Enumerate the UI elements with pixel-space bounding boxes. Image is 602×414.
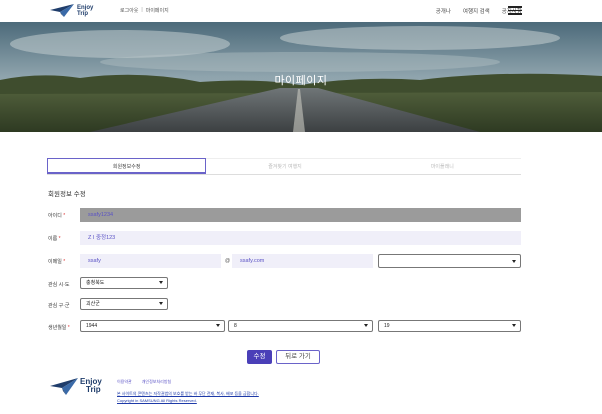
gugun-label: 관심 구·군 xyxy=(48,303,70,309)
privacy-link[interactable]: 개인정보처리방침 xyxy=(142,379,171,385)
submit-button[interactable]: 수정 xyxy=(247,350,272,364)
email-local-field[interactable]: ssafy xyxy=(80,254,221,268)
footer-notice: 본 사이트의 콘텐츠는 저작권법의 보호를 받는 바 무단 전재, 복사, 배포… xyxy=(117,391,259,396)
logo-line-2: Trip xyxy=(77,11,89,17)
paper-plane-icon xyxy=(50,378,78,395)
back-button[interactable]: 뒤로 가기 xyxy=(276,350,320,364)
tab-my-plan[interactable]: 마이플래니 xyxy=(363,158,521,174)
birth-label-text: 생년월일 xyxy=(48,325,67,331)
sido-label: 관심 시·도 xyxy=(48,282,70,288)
birth-day-select[interactable]: 19 xyxy=(378,320,521,332)
required-mark: * xyxy=(67,325,70,331)
tab-favorite-places[interactable]: 즐겨찾기 여행지 xyxy=(206,158,364,174)
name-field[interactable]: Z I 중정123 xyxy=(80,231,521,245)
top-header: Enjoy Trip 로그아웃 | 마이페이지 공개나 여행지 검색 공지사항 xyxy=(0,0,602,22)
email-label-text: 이메일 xyxy=(48,259,62,265)
email-at-sign: @ xyxy=(225,258,231,264)
birth-month-value: 8 xyxy=(234,323,237,329)
nav-item-search[interactable]: 여행지 검색 xyxy=(463,7,490,15)
section-title: 회원정보 수정 xyxy=(48,191,86,198)
name-label-text: 이름 xyxy=(48,236,58,242)
sido-select[interactable]: 충청북도 xyxy=(80,277,168,289)
logout-link[interactable]: 로그아웃 xyxy=(120,7,138,14)
nav-item-share[interactable]: 공개나 xyxy=(436,7,451,15)
chevron-down-icon xyxy=(364,324,368,327)
auth-separator: | xyxy=(141,7,143,13)
chevron-down-icon xyxy=(159,281,163,284)
required-mark: * xyxy=(63,259,66,265)
id-label: 아이디 * xyxy=(48,212,65,219)
required-mark: * xyxy=(58,236,61,242)
email-domain-field[interactable]: ssafy.com xyxy=(232,254,373,268)
birth-year-value: 1944 xyxy=(86,323,98,329)
footer-logo[interactable]: Enjoy Trip xyxy=(50,376,110,404)
mypage-link[interactable]: 마이페이지 xyxy=(146,7,169,14)
chevron-down-icon xyxy=(216,324,220,327)
tab-edit-profile[interactable]: 회원정보수정 xyxy=(47,158,207,174)
terms-link[interactable]: 이용약관 xyxy=(117,379,132,385)
birth-month-select[interactable]: 8 xyxy=(228,320,373,332)
birth-label: 생년월일 * xyxy=(48,324,70,331)
footer-logo-text: Enjoy Trip xyxy=(80,378,102,394)
gugun-select-value: 괴산군 xyxy=(86,301,100,307)
required-mark: * xyxy=(63,213,66,219)
auth-links: 로그아웃 | 마이페이지 xyxy=(120,7,169,14)
hero-banner: 마이페이지 xyxy=(0,22,602,132)
birth-day-value: 19 xyxy=(384,323,390,329)
gugun-select[interactable]: 괴산군 xyxy=(80,298,168,310)
chevron-down-icon xyxy=(512,324,516,327)
paper-plane-icon xyxy=(50,4,74,17)
logo[interactable]: Enjoy Trip xyxy=(50,3,110,19)
logo-text: Enjoy Trip xyxy=(77,5,93,17)
chevron-down-icon xyxy=(512,260,516,263)
hero-title: 마이페이지 xyxy=(274,75,328,87)
birth-year-select[interactable]: 1944 xyxy=(80,320,225,332)
mypage-tabs: 회원정보수정 즐겨찾기 여행지 마이플래니 xyxy=(47,158,521,175)
footer-links: 이용약관 개인정보처리방침 xyxy=(117,379,171,385)
footer-logo-line-2: Trip xyxy=(86,385,101,394)
email-label: 이메일 * xyxy=(48,258,65,265)
id-label-text: 아이디 xyxy=(48,213,62,219)
name-label: 이름 * xyxy=(48,235,61,242)
chevron-down-icon xyxy=(159,302,163,305)
footer-copyright: Copyright in SAMSUNG All Rights Reserved… xyxy=(117,398,197,403)
hamburger-menu-icon[interactable] xyxy=(508,6,522,15)
id-field[interactable]: ssafy1234 xyxy=(80,208,521,222)
email-domain-select[interactable] xyxy=(378,254,521,268)
sido-select-value: 충청북도 xyxy=(86,280,105,286)
